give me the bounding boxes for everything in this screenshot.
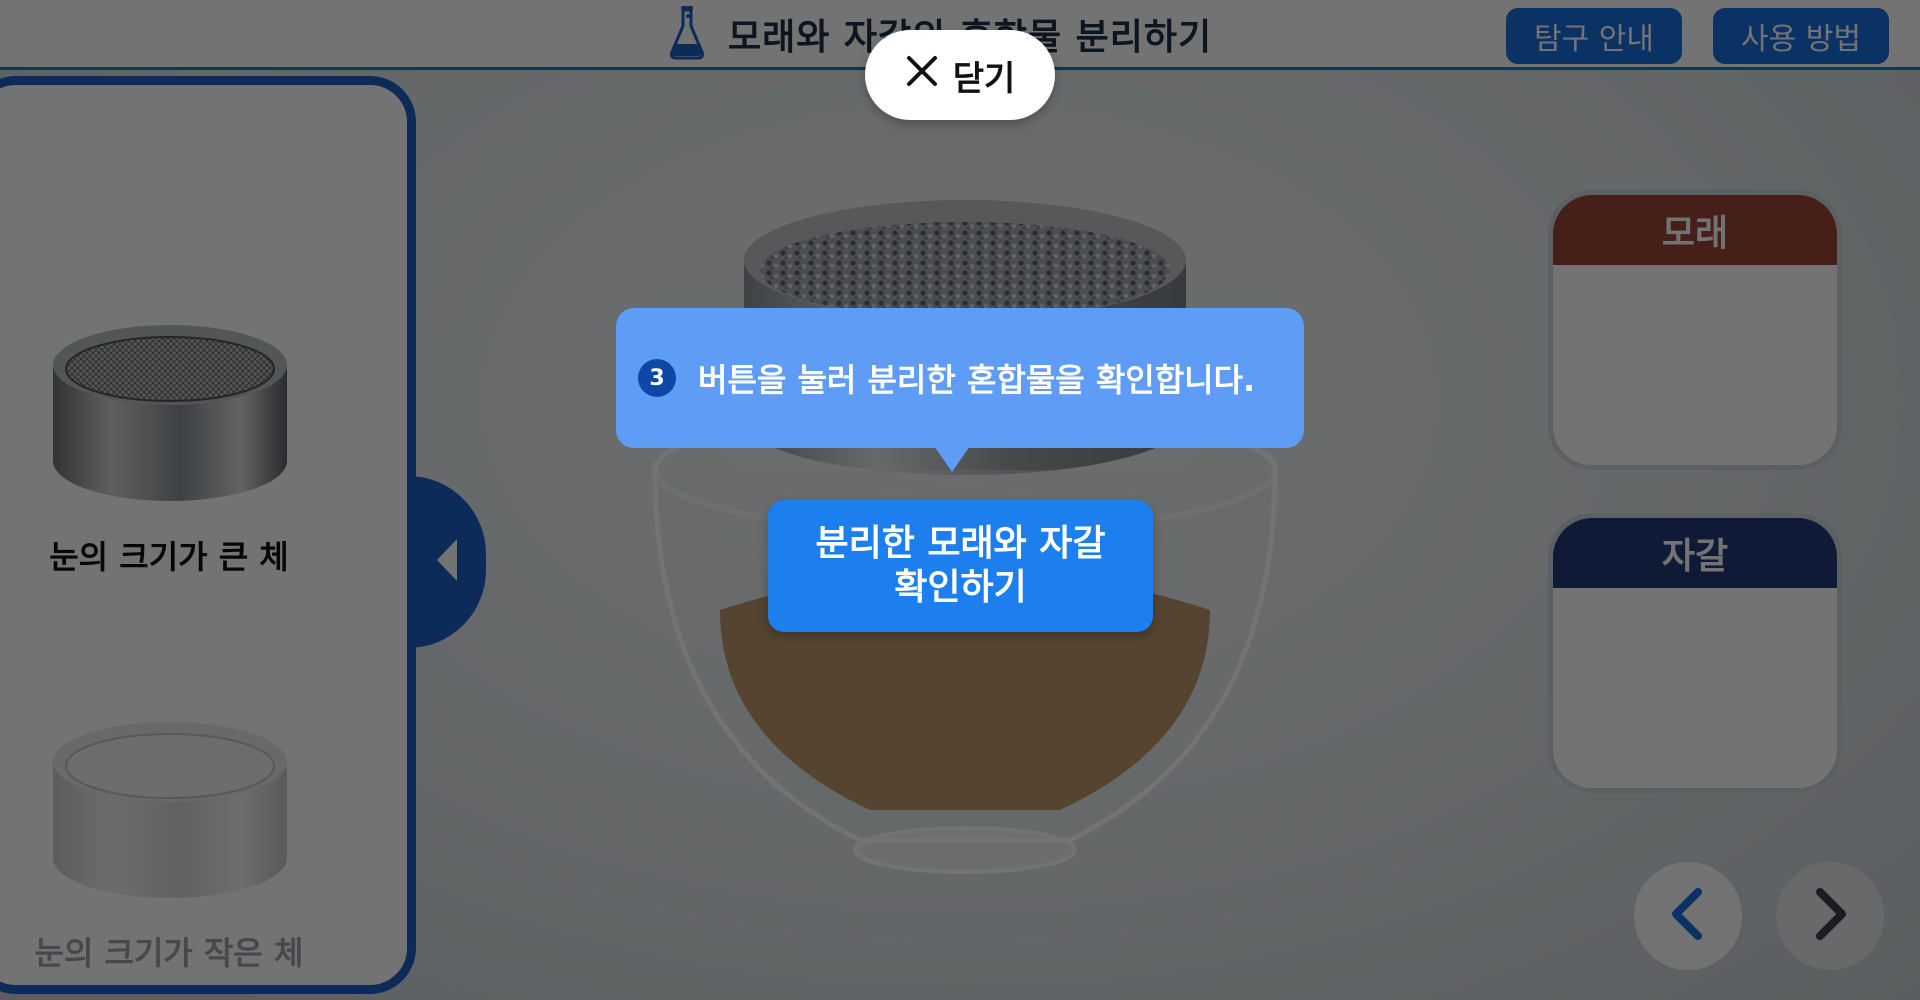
tool-panel: 눈의 크기가 큰 체 눈의 크기가 작은 체	[0, 76, 416, 994]
guide-button[interactable]: 탐구 안내	[1506, 8, 1682, 64]
prev-button[interactable]	[1634, 862, 1742, 970]
instruction-text: 버튼을 눌러 분리한 혼합물을 확인합니다.	[698, 361, 1256, 399]
confirm-label-line1: 분리한 모래와 자갈	[815, 523, 1106, 564]
step-number-badge: 3	[638, 359, 676, 397]
confirm-label-line2: 확인하기	[894, 567, 1027, 608]
chevron-right-icon	[1810, 888, 1850, 944]
instruction-tooltip: 3 버튼을 눌러 분리한 혼합물을 확인합니다.	[616, 308, 1304, 448]
triangle-left-icon	[435, 537, 459, 587]
flask-icon	[668, 4, 706, 64]
close-icon	[905, 54, 939, 97]
close-button[interactable]: 닫기	[865, 30, 1055, 120]
next-button[interactable]	[1776, 862, 1884, 970]
sand-box-header: 모래	[1553, 195, 1837, 265]
sidebar-item-large-sieve[interactable]: 눈의 크기가 큰 체	[9, 532, 329, 578]
sidebar-item-small-sieve[interactable]: 눈의 크기가 작은 체	[9, 928, 329, 974]
small-mesh-sieve[interactable]	[51, 720, 289, 900]
tooltip-pointer	[934, 446, 970, 472]
howto-button[interactable]: 사용 방법	[1713, 8, 1889, 64]
gravel-box-header: 자갈	[1553, 518, 1837, 588]
confirm-separated-button[interactable]: 분리한 모래와 자갈 확인하기	[768, 500, 1153, 632]
chevron-left-icon	[1668, 888, 1708, 944]
gravel-result-box: 자갈	[1548, 513, 1842, 793]
sand-result-box: 모래	[1548, 190, 1842, 470]
panel-collapse-button[interactable]	[408, 476, 486, 648]
close-label: 닫기	[952, 58, 1016, 99]
large-mesh-sieve[interactable]	[51, 323, 289, 503]
